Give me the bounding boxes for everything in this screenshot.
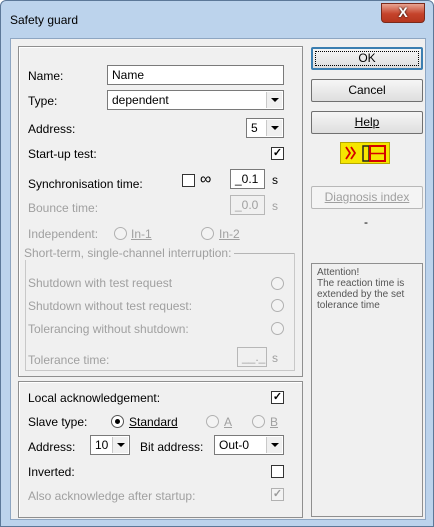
name-input[interactable]: Name: [107, 65, 284, 85]
independent-in2-label: In-2: [219, 227, 240, 241]
address-label: Address:: [28, 122, 76, 136]
name-label: Name:: [28, 69, 64, 83]
sync-infinity-checkbox[interactable]: [182, 174, 195, 187]
safety-settings-panel: Name: Name Type: dependent Address: 5 St…: [18, 46, 303, 377]
bounce-time-unit: s: [272, 199, 278, 213]
ack-address-label: Address:: [28, 440, 76, 454]
independent-in1-radio[interactable]: [114, 227, 127, 240]
chevron-down-icon[interactable]: [266, 120, 282, 136]
address-select-value: 5: [251, 121, 258, 135]
tolerance-time-input[interactable]: __._: [237, 347, 267, 367]
slave-b-label: B: [270, 415, 279, 429]
inverted-label: Inverted:: [28, 465, 75, 479]
help-label: Help: [354, 115, 380, 129]
ack-address-select[interactable]: 10: [90, 435, 130, 455]
safety-contact-svg: [345, 145, 386, 162]
also-ack-checkbox[interactable]: ✓: [271, 488, 284, 501]
diagnosis-index-label: Diagnosis index: [324, 190, 410, 204]
startup-test-label: Start-up test:: [28, 147, 97, 161]
local-ack-label: Local acknowledgement:: [28, 391, 161, 405]
diagnosis-dash: -: [364, 215, 368, 229]
type-select-value: dependent: [112, 93, 169, 107]
help-button[interactable]: Help: [311, 111, 423, 134]
tolerance-time-label: Tolerance time:: [28, 353, 110, 367]
address-select[interactable]: 5: [246, 118, 284, 138]
cancel-button[interactable]: Cancel: [311, 79, 423, 102]
shutdown-with-test-radio[interactable]: [271, 277, 284, 290]
attention-note: Attention! The reaction time is extended…: [311, 263, 423, 517]
shutdown-without-test-label: Shutdown without test request:: [28, 299, 193, 313]
close-button[interactable]: X: [381, 3, 425, 23]
group-title: Short-term, single-channel interruption:: [24, 246, 235, 260]
type-label: Type:: [28, 94, 58, 108]
safety-contact-icon: [340, 142, 390, 164]
bounce-time-label: Bounce time:: [28, 201, 99, 215]
local-ack-checkbox[interactable]: ✓: [271, 391, 284, 404]
chevron-down-icon[interactable]: [112, 437, 128, 453]
sync-time-unit: s: [272, 173, 278, 187]
inverted-checkbox[interactable]: [271, 465, 284, 478]
chevron-down-icon[interactable]: [266, 437, 282, 453]
title-bar[interactable]: Safety guard X: [1, 1, 433, 35]
acknowledgement-panel: Local acknowledgement: ✓ Slave type: Sta…: [18, 381, 303, 518]
bounce-time-input[interactable]: _0.0: [230, 195, 265, 215]
infinity-icon: ∞: [200, 171, 212, 188]
slave-standard-label: Standard: [129, 415, 178, 429]
slave-standard-radio[interactable]: [111, 415, 124, 428]
ok-label: OK: [358, 51, 376, 65]
independent-in1-label: In-1: [131, 227, 152, 241]
dialog-window: Safety guard X Name: Name Type: dependen…: [0, 0, 434, 527]
bit-address-select[interactable]: Out-0: [214, 435, 284, 455]
ack-address-value: 10: [95, 438, 109, 452]
shutdown-with-test-label: Shutdown with test request: [28, 276, 173, 290]
tolerancing-label: Tolerancing without shutdown:: [28, 322, 189, 336]
bit-address-label: Bit address:: [140, 440, 204, 454]
independent-in2-radio[interactable]: [201, 227, 214, 240]
dialog-client: Name: Name Type: dependent Address: 5 St…: [10, 38, 426, 520]
type-select[interactable]: dependent: [107, 90, 284, 110]
shutdown-without-test-radio[interactable]: [271, 299, 284, 312]
sync-time-label: Synchronisation time:: [28, 177, 143, 191]
tolerance-time-unit: s: [272, 351, 278, 365]
ok-button[interactable]: OK: [311, 47, 423, 70]
window-title: Safety guard: [10, 13, 79, 27]
slave-b-radio[interactable]: [252, 415, 265, 428]
slave-a-radio[interactable]: [206, 415, 219, 428]
sync-time-input[interactable]: _0.1: [230, 169, 265, 189]
diagnosis-index-button[interactable]: Diagnosis index: [311, 186, 423, 209]
bit-address-value: Out-0: [219, 438, 250, 452]
chevron-down-icon[interactable]: [266, 92, 282, 108]
tolerancing-radio[interactable]: [271, 322, 284, 335]
also-ack-label: Also acknowledge after startup:: [28, 489, 196, 503]
independent-label: Independent:: [28, 227, 99, 241]
slave-type-label: Slave type:: [28, 415, 88, 429]
close-icon: X: [398, 4, 408, 20]
startup-test-checkbox[interactable]: ✓: [271, 147, 284, 160]
slave-a-label: A: [224, 415, 233, 429]
